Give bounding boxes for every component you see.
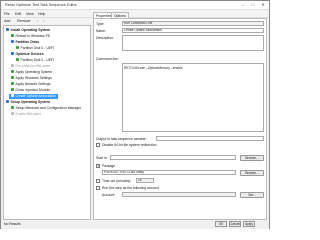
tree-item[interactable]: Partition Disk 0 - UEFI — [16, 58, 54, 63]
type-field: Run Command Line — [122, 21, 264, 26]
tree-item[interactable]: Apply Operating System — [11, 70, 52, 75]
folder-icon — [6, 100, 9, 104]
name-field[interactable]: Create Optane Association — [122, 28, 264, 33]
move-down-icon[interactable]: ↓ — [43, 18, 45, 24]
folder-icon — [11, 52, 14, 56]
description-label: Description: — [96, 36, 114, 40]
disable-64bit-label: Disable 64-bit file system redirection — [102, 143, 157, 147]
check-icon — [11, 82, 14, 86]
check-icon — [11, 34, 14, 38]
timeout-label: Time-out (minutes): — [102, 179, 132, 183]
account-label: Account: — [102, 193, 116, 197]
check-icon — [11, 106, 14, 110]
status-text: No Results — [4, 222, 21, 226]
title-bar: Resto Optimize Test Task Sequence Editor… — [1, 1, 269, 10]
status-bar: No Results OK Cancel Apply — [1, 220, 269, 229]
package-field: P0100107: RSTCLI64 Utility — [102, 170, 236, 175]
check-icon — [11, 76, 14, 80]
run-as-checkbox[interactable] — [96, 186, 100, 190]
browse-start-in-button[interactable]: Browse... — [240, 155, 264, 161]
properties-panel: Type: Run Command Line Name: Create Opta… — [93, 18, 267, 220]
check-icon — [11, 94, 14, 98]
tree-item[interactable]: Restart in Windows PE — [11, 34, 50, 39]
tree-item[interactable]: Driver Injection Module — [11, 88, 50, 93]
browse-package-button[interactable]: Browse... — [240, 170, 264, 176]
properties-pane: Properties Options Type: Run Command Lin… — [93, 12, 267, 220]
run-as-label: Run this step as the following account — [102, 186, 159, 190]
ok-button[interactable]: OK — [215, 221, 227, 227]
editor-window: Resto Optimize Test Task Sequence Editor… — [0, 0, 270, 229]
set-account-button[interactable]: Set... — [240, 192, 264, 198]
package-label: Package — [102, 164, 116, 168]
check-icon — [11, 88, 14, 92]
tree-item[interactable]: Apply Windows Settings — [11, 76, 52, 81]
tree-group[interactable]: Partition Disks — [11, 40, 39, 45]
task-sequence-tree[interactable]: Install Operating System Restart in Wind… — [3, 25, 91, 220]
maximize-icon[interactable]: □ — [249, 2, 257, 8]
minimize-icon[interactable]: – — [239, 2, 247, 8]
command-line-label: Command line: — [96, 57, 119, 61]
folder-icon — [11, 40, 14, 44]
tree-item-selected[interactable]: Create Optane Association — [9, 94, 58, 99]
folder-icon — [6, 28, 9, 32]
timeout-field[interactable]: 15 — [136, 178, 154, 183]
command-line-field[interactable]: RSTCLI64.exe --OptaneMemory --enable — [122, 63, 264, 132]
add-button[interactable]: Add — [4, 18, 10, 24]
apply-button[interactable]: Apply — [243, 221, 255, 227]
menu-edit[interactable]: Edit — [15, 12, 21, 16]
check-icon — [11, 70, 14, 74]
close-icon[interactable]: ✕ — [259, 2, 267, 8]
description-field[interactable] — [122, 35, 264, 51]
tree-item[interactable]: Setup Windows and Configuration Manager — [11, 106, 81, 111]
timeout-checkbox[interactable] — [96, 179, 100, 183]
output-variable-field[interactable] — [156, 136, 264, 141]
check-icon — [16, 58, 19, 62]
disable-64bit-checkbox[interactable] — [96, 143, 100, 147]
start-in-label: Start in: — [96, 156, 108, 160]
output-variable-label: Output to task sequence variable: — [96, 137, 147, 141]
tree-item[interactable]: Apply Network Settings — [11, 82, 51, 87]
window-title: Resto Optimize Test Task Sequence Editor — [5, 3, 77, 7]
tree-item[interactable]: Partition Disk 0 - UEFI — [16, 46, 54, 51]
account-field — [122, 192, 236, 197]
remove-button[interactable]: Remove — [17, 18, 30, 24]
move-up-icon[interactable]: ↑ — [37, 18, 39, 24]
tree-group[interactable]: Optimize Devices — [11, 52, 44, 57]
check-icon — [11, 112, 14, 116]
tree-group[interactable]: Install Operating System — [6, 28, 50, 33]
tree-group[interactable]: Setup Operating System — [6, 100, 50, 105]
type-label: Type: — [96, 22, 105, 26]
menu-help[interactable]: Help — [38, 12, 45, 16]
tree-item[interactable]: Enable BitLocker — [11, 112, 41, 117]
menu-file[interactable]: File — [4, 12, 10, 16]
check-icon — [16, 46, 19, 50]
package-checkbox[interactable]: ✓ — [96, 164, 100, 168]
check-icon — [11, 64, 14, 68]
cancel-button[interactable]: Cancel — [229, 221, 241, 227]
tree-item[interactable]: Pre-provision BitLocker — [11, 64, 51, 69]
menu-view[interactable]: View — [26, 12, 34, 16]
name-label: Name: — [96, 29, 106, 33]
start-in-field[interactable] — [110, 155, 236, 160]
